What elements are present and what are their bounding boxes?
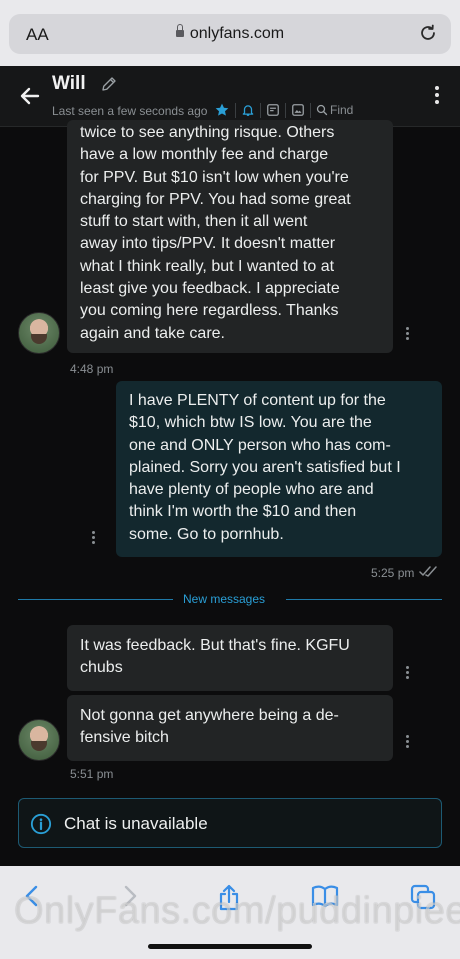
message-line: I have PLENTY of content up for the bbox=[129, 392, 386, 409]
message-line: one and ONLY person who has com- bbox=[129, 436, 391, 454]
message-bubble-incoming[interactable]: twice to see anything risque. Others hav… bbox=[67, 120, 393, 353]
pencil-icon[interactable] bbox=[100, 75, 118, 93]
browser-top-bar: AA onlyfans.com bbox=[0, 0, 460, 66]
message-line: again and take care. bbox=[80, 324, 225, 342]
search-icon bbox=[316, 104, 328, 116]
message-line: fensive bitch bbox=[80, 729, 169, 747]
message-line: charging for PPV. You had some great bbox=[80, 190, 351, 208]
watermark: OnlyFans.com/puddinpiee bbox=[14, 890, 460, 932]
avatar[interactable] bbox=[18, 719, 60, 761]
address-bar[interactable]: AA onlyfans.com bbox=[9, 14, 451, 54]
divider-line bbox=[286, 599, 442, 600]
reload-icon[interactable] bbox=[417, 22, 439, 44]
chat-header: Will Last seen a few seconds ago Find bbox=[0, 66, 460, 127]
message-timestamp: 5:25 pm bbox=[371, 566, 415, 580]
new-messages-divider: New messages bbox=[183, 592, 266, 606]
message-timestamp: 4:48 pm bbox=[70, 362, 114, 376]
notes-icon[interactable] bbox=[266, 103, 280, 117]
message-line: have plenty of people who are and bbox=[129, 481, 374, 499]
contact-name[interactable]: Will bbox=[52, 73, 86, 95]
message-line: least give you feedback. I appreciate bbox=[80, 280, 340, 298]
message-options-icon[interactable] bbox=[406, 327, 410, 342]
message-line: for PPV. But $10 isn't low when you're bbox=[80, 168, 349, 186]
message-line: $10, which btw IS low. You are the bbox=[129, 414, 372, 432]
url-display[interactable]: onlyfans.com bbox=[9, 24, 451, 43]
toolbar-divider bbox=[285, 102, 286, 118]
message-line: think I'm worth the $10 and then bbox=[129, 503, 357, 521]
message-bubble-incoming[interactable]: Not gonna get anywhere being a de- fensi… bbox=[67, 695, 393, 761]
divider-line bbox=[18, 599, 173, 600]
message-options-icon[interactable] bbox=[406, 666, 410, 681]
chat-unavailable-notice: Chat is unavailable bbox=[18, 798, 442, 848]
toolbar-divider bbox=[260, 102, 261, 118]
find-button[interactable]: Find bbox=[316, 103, 353, 117]
message-line: chubs bbox=[80, 659, 123, 677]
message-line: some. Go to pornhub. bbox=[129, 525, 284, 543]
more-options-icon[interactable] bbox=[434, 86, 440, 106]
message-line: away into tips/PPV. It doesn't matter bbox=[80, 235, 336, 253]
message-line: Not gonna get anywhere being a de- bbox=[80, 707, 339, 724]
avatar[interactable] bbox=[18, 312, 60, 354]
star-icon[interactable] bbox=[214, 102, 230, 118]
home-indicator bbox=[148, 944, 312, 949]
header-toolbar: Find bbox=[214, 100, 353, 120]
toolbar-divider bbox=[235, 102, 236, 118]
last-seen-status: Last seen a few seconds ago bbox=[52, 104, 208, 118]
message-line: stuff to start with, then it all went bbox=[80, 213, 308, 231]
message-bubble-outgoing[interactable]: I have PLENTY of content up for the $10,… bbox=[116, 381, 442, 557]
message-line: twice to see anything risque. Others bbox=[80, 124, 335, 141]
url-text: onlyfans.com bbox=[189, 25, 285, 42]
message-line: plained. Sorry you aren't satisfied but … bbox=[129, 458, 401, 476]
double-check-icon bbox=[419, 566, 437, 577]
back-arrow-icon[interactable] bbox=[18, 84, 42, 108]
message-options-icon[interactable] bbox=[92, 531, 96, 546]
message-bubble-incoming[interactable]: It was feedback. But that's fine. KGFU c… bbox=[67, 625, 393, 691]
info-icon bbox=[30, 813, 52, 835]
message-timestamp: 5:51 pm bbox=[70, 767, 114, 781]
toolbar-divider bbox=[310, 102, 311, 118]
lock-icon bbox=[175, 24, 184, 37]
find-label: Find bbox=[330, 103, 354, 117]
message-line: you coming here regardless. Thanks bbox=[80, 302, 339, 320]
media-icon[interactable] bbox=[291, 103, 305, 117]
bell-icon[interactable] bbox=[241, 102, 255, 118]
message-line: It was feedback. But that's fine. KGFU bbox=[80, 637, 350, 654]
message-line: what I think really, but I wanted to at bbox=[80, 257, 335, 275]
message-line: have a low monthly fee and charge bbox=[80, 146, 329, 164]
notice-text: Chat is unavailable bbox=[64, 814, 208, 833]
message-options-icon[interactable] bbox=[406, 735, 410, 750]
